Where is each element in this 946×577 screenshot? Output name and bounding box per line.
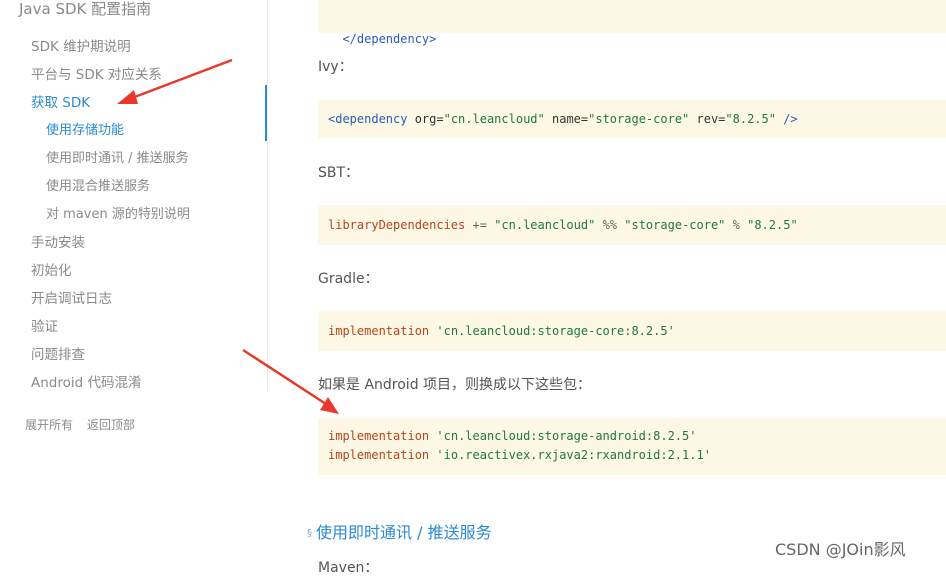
section-heading-text: 使用即时通讯 / 推送服务	[316, 523, 492, 542]
sidebar-item-debug-log[interactable]: 开启调试日志	[31, 287, 112, 307]
code-token: implementation	[328, 429, 430, 443]
sidebar-item-maven-notes[interactable]: 对 maven 源的特别说明	[46, 203, 190, 222]
code-block-ivy: <dependency org="cn.leancloud" name="sto…	[318, 100, 946, 138]
code-token: name=	[544, 112, 589, 126]
sidebar-item-platform-mapping[interactable]: 平台与 SDK 对应关系	[31, 63, 162, 83]
code-token: "cn.leancloud"	[494, 218, 596, 232]
code-block-sbt: libraryDependencies += "cn.leancloud" %%…	[318, 205, 946, 245]
code-token: implementation	[328, 448, 430, 462]
code-token: "cn.leancloud"	[443, 112, 545, 126]
code-block-gradle: implementation 'cn.leancloud:storage-cor…	[318, 311, 946, 351]
sidebar-item-storage[interactable]: 使用存储功能	[46, 119, 124, 138]
code-block-maven: </dependency>	[318, 0, 946, 46]
code-token: <dependency	[328, 112, 408, 126]
code-token: 'cn.leancloud:storage-core:8.2.5'	[436, 324, 675, 338]
code-token: 'cn.leancloud:storage-android:8.2.5'	[436, 429, 697, 443]
back-to-top-link[interactable]: 返回顶部	[87, 418, 135, 432]
maven-label-partial: Maven：	[318, 560, 379, 576]
sidebar-item-mixed-push[interactable]: 使用混合推送服务	[46, 175, 150, 194]
code-block-android: implementation 'cn.leancloud:storage-and…	[318, 418, 946, 475]
code-token: "8.2.5"	[725, 112, 776, 126]
sidebar-item-troubleshoot[interactable]: 问题排查	[31, 343, 85, 363]
android-label: 如果是 Android 项目，则换成以下这些包：	[318, 377, 592, 393]
code-token: rev=	[689, 112, 726, 126]
code-token: %%	[595, 218, 625, 232]
code-token: "storage-core"	[624, 218, 726, 232]
expand-all-link[interactable]: 展开所有	[25, 418, 73, 432]
sidebar-active-indicator	[265, 85, 267, 141]
sbt-label: SBT：	[318, 165, 360, 181]
code-line: implementation 'cn.leancloud:storage-and…	[328, 427, 946, 446]
sidebar-footer: 展开所有 返回顶部	[25, 416, 145, 433]
sidebar: Java SDK 配置指南 SDK 维护期说明 平台与 SDK 对应关系 获取 …	[0, 0, 268, 393]
code-token: "storage-core"	[588, 112, 690, 126]
code-token: 'io.reactivex.rxjava2:rxandroid:2.1.1'	[436, 448, 711, 462]
sidebar-item-android-obfuscation[interactable]: Android 代码混淆	[31, 371, 142, 391]
code-token: libraryDependencies	[328, 218, 466, 232]
sidebar-item-verify[interactable]: 验证	[31, 315, 58, 335]
code-token: "8.2.5"	[747, 218, 798, 232]
code-token: />	[775, 112, 798, 126]
code-line: implementation 'io.reactivex.rxjava2:rxa…	[328, 446, 946, 465]
sidebar-item-init[interactable]: 初始化	[31, 259, 72, 279]
ivy-label: Ivy：	[318, 59, 353, 75]
anchor-icon[interactable]: §	[307, 528, 312, 539]
code-token: implementation	[328, 324, 430, 338]
section-heading-im-push[interactable]: § 使用即时通讯 / 推送服务	[307, 519, 492, 543]
sidebar-item-get-sdk[interactable]: 获取 SDK	[31, 91, 90, 111]
code-token: org=	[407, 112, 444, 126]
gradle-label: Gradle：	[318, 271, 379, 287]
code-token: +=	[465, 218, 495, 232]
sidebar-item-im-push[interactable]: 使用即时通讯 / 推送服务	[46, 147, 189, 166]
sidebar-title[interactable]: Java SDK 配置指南	[19, 0, 151, 19]
watermark: CSDN @JOin影风	[775, 540, 906, 559]
code-token: %	[725, 218, 748, 232]
code-line: </dependency>	[342, 32, 437, 46]
sidebar-item-manual-install[interactable]: 手动安装	[31, 231, 85, 251]
sidebar-item-sdk-maintenance[interactable]: SDK 维护期说明	[31, 35, 131, 55]
